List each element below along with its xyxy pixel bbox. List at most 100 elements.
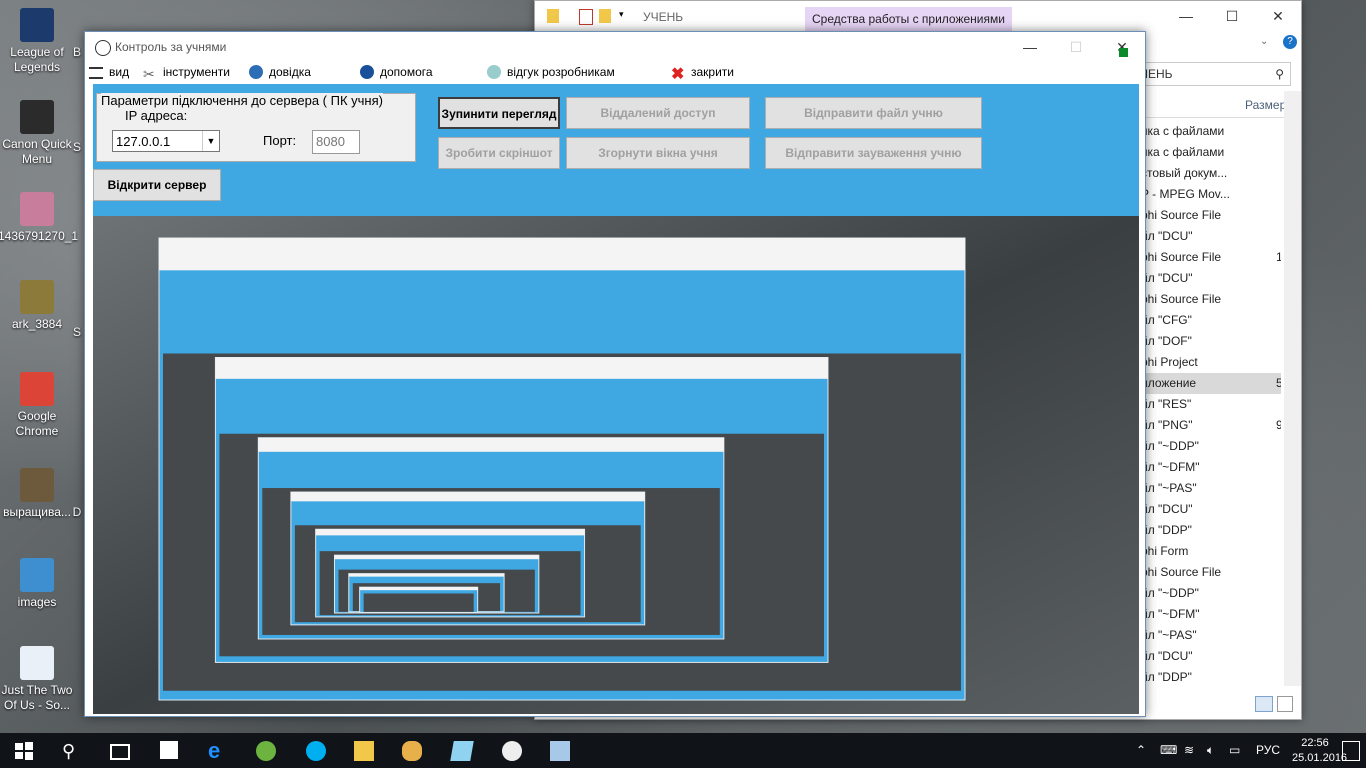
nested-window-titlebar: [348, 573, 505, 577]
paint-icon[interactable]: [402, 741, 422, 761]
list-item[interactable]: P - MPEG Mov...: [1141, 184, 1281, 205]
list-item[interactable]: йл "DCU": [1141, 268, 1281, 289]
menu-close[interactable]: ✖ закрити: [671, 65, 734, 83]
desktop-icon[interactable]: Just The Two Of Us - So...: [0, 646, 76, 713]
list-item[interactable]: стовый докум...: [1141, 163, 1281, 184]
store-icon[interactable]: [160, 741, 178, 759]
desktop-icon[interactable]: выращива...: [0, 468, 76, 520]
search-box[interactable]: ЧЕНЬ ⚲: [1135, 62, 1291, 86]
details-view-icon[interactable]: [1255, 696, 1273, 712]
ip-address-combo[interactable]: 127.0.0.1 ▼: [112, 130, 220, 152]
list-item[interactable]: йл "~DFM": [1141, 457, 1281, 478]
list-item[interactable]: phi Source File: [1141, 205, 1281, 226]
battery-icon[interactable]: ▭: [1229, 733, 1240, 768]
dropdown-icon[interactable]: ▾: [619, 9, 631, 23]
app-window[interactable]: Контроль за учнями — ☐ ✕ вид ✂ інструмент…: [84, 31, 1146, 717]
nested-screen: [363, 593, 474, 612]
edge-icon[interactable]: e: [208, 740, 228, 762]
size-column-header[interactable]: Размер: [1245, 98, 1286, 112]
list-item[interactable]: phi Source File: [1141, 289, 1281, 310]
desktop-icon[interactable]: images: [0, 558, 76, 610]
list-item[interactable]: phi Source File: [1141, 562, 1281, 583]
scrollbar[interactable]: [1284, 91, 1301, 686]
file-explorer-icon[interactable]: [354, 741, 374, 761]
stop-view-button[interactable]: Зупинити перегляд: [438, 97, 560, 129]
list-item[interactable]: пка с файлами: [1141, 121, 1281, 142]
menu-tools[interactable]: ✂ інструменти: [143, 65, 230, 82]
file-list[interactable]: пка с файлами пка с файлами стовый докум..…: [1141, 121, 1281, 688]
desktop-icon[interactable]: 1436791270_1: [0, 192, 78, 244]
desktop-icon[interactable]: Canon Quick Menu: [0, 100, 76, 167]
list-item[interactable]: йл "DOF": [1141, 331, 1281, 352]
send-file-button[interactable]: Відправити файл учню: [765, 97, 982, 129]
list-item[interactable]: йл "~PAS": [1141, 478, 1281, 499]
list-item[interactable]: йл "DDP": [1141, 667, 1281, 688]
list-item[interactable]: йл "DCU": [1141, 499, 1281, 520]
remote-screen-view[interactable]: [93, 216, 1139, 714]
file-type: йл "CFG": [1141, 313, 1192, 327]
desktop-icon[interactable]: League of Legends: [0, 8, 76, 75]
task-view-icon[interactable]: [110, 744, 130, 760]
image-viewer-icon[interactable]: [550, 741, 570, 761]
language-indicator[interactable]: РУС: [1256, 733, 1280, 768]
column-header[interactable]: Размер: [1141, 95, 1301, 118]
list-item[interactable]: йл "~DDP": [1141, 436, 1281, 457]
properties-icon[interactable]: [579, 9, 593, 25]
app-taskbar-icon[interactable]: [502, 741, 522, 761]
list-item[interactable]: йл "~DDP": [1141, 583, 1281, 604]
open-server-button[interactable]: Відкрити сервер: [93, 169, 221, 201]
list-item[interactable]: phi Source File 1: [1141, 247, 1281, 268]
list-item[interactable]: phi Form: [1141, 541, 1281, 562]
clock[interactable]: 22:56 25.01.2016: [1292, 736, 1347, 766]
list-item[interactable]: йл "CFG": [1141, 310, 1281, 331]
context-tab-app-tools[interactable]: Средства работы с приложениями: [805, 7, 1012, 31]
list-item[interactable]: йл "DCU": [1141, 226, 1281, 247]
send-note-button[interactable]: Відправити зауваження учню: [765, 137, 982, 169]
search-icon[interactable]: ⚲: [1275, 63, 1284, 85]
list-item[interactable]: йл "~PAS": [1141, 625, 1281, 646]
minimize-icon[interactable]: —: [1163, 1, 1209, 31]
menu-reference[interactable]: довідка: [249, 65, 311, 79]
screenshot-button[interactable]: Зробити скріншот: [438, 137, 560, 169]
file-type: P - MPEG Mov...: [1141, 187, 1230, 201]
file-type: phi Source File: [1141, 250, 1222, 264]
minimize-icon[interactable]: —: [1007, 32, 1053, 62]
list-item[interactable]: йл "PNG" 9: [1141, 415, 1281, 436]
menu-feedback[interactable]: відгук розробникам: [487, 65, 615, 79]
remote-access-button[interactable]: Віддалений доступ: [566, 97, 750, 129]
keyboard-icon[interactable]: ⌨: [1160, 733, 1177, 768]
skype-icon[interactable]: [306, 741, 326, 761]
desktop-icon-label: D: [72, 505, 82, 519]
tiles-view-icon[interactable]: [1277, 696, 1293, 712]
search-icon[interactable]: ⚲: [62, 741, 82, 761]
new-folder-icon[interactable]: [599, 9, 611, 23]
port-input[interactable]: 8080: [312, 130, 360, 154]
list-item[interactable]: йл "~DFM": [1141, 604, 1281, 625]
wifi-icon[interactable]: ≋: [1184, 733, 1194, 768]
utorrent-icon[interactable]: [256, 741, 276, 761]
list-item[interactable]: иложение 5: [1141, 373, 1281, 394]
explorer-titlebar[interactable]: ▾ УЧЕНЬ Средства работы с приложениями —…: [535, 1, 1301, 32]
chevron-down-icon[interactable]: ⌄: [1260, 36, 1268, 47]
desktop-icon[interactable]: ark_3884: [0, 280, 76, 332]
windows-start-icon[interactable]: [14, 741, 34, 761]
close-icon[interactable]: ✕: [1255, 1, 1301, 31]
menu-help[interactable]: допомога: [360, 65, 433, 79]
list-item[interactable]: йл "RES": [1141, 394, 1281, 415]
close-icon[interactable]: ✕: [1099, 32, 1145, 62]
help-icon[interactable]: ?: [1283, 35, 1297, 49]
list-item[interactable]: пка с файлами: [1141, 142, 1281, 163]
volume-icon[interactable]: 🔈︎: [1207, 733, 1214, 768]
notes-icon[interactable]: [450, 741, 474, 761]
list-item[interactable]: йл "DCU": [1141, 646, 1281, 667]
chevron-down-icon[interactable]: ▼: [202, 131, 219, 151]
list-item[interactable]: phi Project: [1141, 352, 1281, 373]
maximize-icon[interactable]: ☐: [1209, 1, 1255, 31]
list-item[interactable]: йл "DDP": [1141, 520, 1281, 541]
app-titlebar[interactable]: Контроль за учнями — ☐ ✕: [85, 32, 1145, 62]
minimize-student-windows-button[interactable]: Згорнути вікна учня: [566, 137, 750, 169]
notification-icon[interactable]: [1342, 741, 1360, 761]
desktop-icon[interactable]: Google Chrome: [0, 372, 76, 439]
menu-view[interactable]: вид: [89, 65, 129, 79]
chevron-up-icon[interactable]: ⌃: [1136, 733, 1146, 768]
